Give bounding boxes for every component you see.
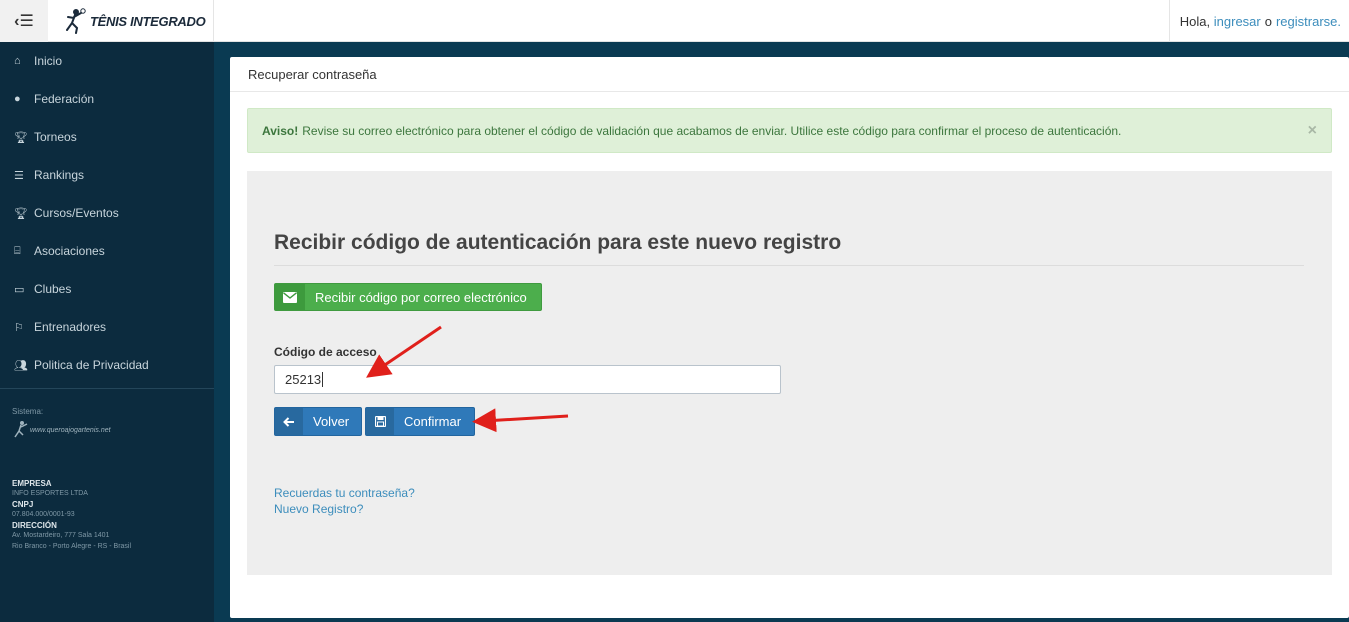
send-email-code-button[interactable]: Recibir código por correo electrónico bbox=[274, 283, 542, 311]
back-button[interactable]: Volver bbox=[274, 407, 362, 436]
forgot-password-link[interactable]: Recuerdas tu contraseña? bbox=[274, 486, 415, 500]
globe-icon: ● bbox=[14, 93, 21, 105]
close-icon[interactable]: × bbox=[1308, 122, 1317, 140]
sidebar-item-privacidad[interactable]: 👥︎ Politica de Privacidad bbox=[0, 346, 214, 384]
sidebar-item-label: Inicio bbox=[34, 54, 63, 68]
envelope-icon bbox=[275, 284, 305, 310]
greeting-text: Hola, bbox=[1179, 13, 1211, 29]
back-button-label: Volver bbox=[313, 414, 350, 429]
panel-title: Recuperar contraseña bbox=[230, 57, 1349, 92]
access-code-input[interactable]: 25213 bbox=[274, 365, 781, 394]
sidebar-item-rankings[interactable]: ☰ Rankings bbox=[0, 156, 214, 194]
list-icon: ☰ bbox=[14, 169, 24, 182]
sidebar-item-entrenadores[interactable]: ⚐ Entrenadores bbox=[0, 308, 214, 346]
users-icon: 👥︎ bbox=[14, 359, 28, 372]
sidebar-item-label: Clubes bbox=[34, 282, 72, 296]
sidebar-item-label: Rankings bbox=[34, 168, 85, 182]
main-panel: Recuperar contraseña Aviso! Revise su co… bbox=[230, 57, 1349, 618]
heading-divider bbox=[274, 265, 1304, 266]
tennis-player-icon bbox=[66, 8, 86, 34]
confirm-button[interactable]: Confirmar bbox=[365, 407, 475, 436]
cnpj-value: 07.804.000/0001-93 bbox=[12, 511, 75, 518]
sidebar: ⌂ Inicio ● Federación 🏆︎ Torneos ☰ Ranki… bbox=[0, 42, 214, 622]
confirm-button-label: Confirmar bbox=[404, 414, 462, 429]
flag-icon: ⚐ bbox=[14, 321, 24, 334]
company-heading: EMPRESA bbox=[12, 479, 52, 488]
access-code-value: 25213 bbox=[285, 372, 322, 387]
folder-icon: ▭ bbox=[14, 283, 25, 296]
login-link[interactable]: ingresar bbox=[1214, 14, 1261, 29]
sidebar-item-label: Cursos/Eventos bbox=[34, 206, 119, 220]
new-register-link[interactable]: Nuevo Registro? bbox=[274, 502, 363, 516]
company-name: INFO ESPORTES LTDA bbox=[12, 490, 88, 497]
text-caret bbox=[322, 372, 324, 387]
sidebar-item-inicio[interactable]: ⌂ Inicio bbox=[0, 42, 214, 80]
system-logo-text: www.queroajogartenis.net bbox=[30, 426, 111, 434]
sidebar-item-label: Asociaciones bbox=[34, 244, 105, 258]
menu-collapse-icon: ‹☰ bbox=[14, 13, 34, 30]
user-area: Hola, ingresar o registrarse. bbox=[1168, 0, 1349, 42]
alert-text: Revise su correo electrónico para obtene… bbox=[302, 123, 1122, 138]
system-logo-icon bbox=[14, 421, 28, 438]
arrow-left-icon bbox=[275, 408, 303, 435]
sidebar-item-federacion[interactable]: ● Federación bbox=[0, 80, 214, 118]
company-info: EMPRESA INFO ESPORTES LTDA CNPJ 07.804.0… bbox=[0, 440, 214, 552]
system-logo[interactable]: www.queroajogartenis.net bbox=[12, 420, 214, 440]
sidebar-item-label: Torneos bbox=[34, 130, 77, 144]
page-heading: Recibir código de autenticación para est… bbox=[274, 231, 842, 254]
sidebar-item-clubes[interactable]: ▭ Clubes bbox=[0, 270, 214, 308]
sidebar-item-cursos-eventos[interactable]: 🏆︎ Cursos/Eventos bbox=[0, 194, 214, 232]
cnpj-heading: CNPJ bbox=[12, 500, 34, 509]
sidebar-item-label: Politica de Privacidad bbox=[34, 358, 149, 372]
sidebar-toggle-button[interactable]: ‹☰ bbox=[0, 0, 48, 42]
logo-text: TÊNIS INTEGRADO bbox=[90, 13, 206, 29]
auth-box: Recibir código de autenticación para est… bbox=[247, 171, 1332, 575]
sidebar-item-torneos[interactable]: 🏆︎ Torneos bbox=[0, 118, 214, 156]
top-navbar: ‹☰ TÊNIS INTEGRADO Hola, ingresar o regi… bbox=[0, 0, 1349, 42]
address-heading: DIRECCIÓN bbox=[12, 521, 57, 530]
trophy-icon: 🏆︎ bbox=[14, 207, 28, 220]
divider bbox=[213, 0, 214, 42]
code-label: Código de acceso bbox=[274, 345, 377, 359]
system-section: Sistema: www.queroajogartenis.net bbox=[0, 389, 214, 440]
or-text: o bbox=[1264, 13, 1272, 29]
send-email-code-label: Recibir código por correo electrónico bbox=[315, 289, 527, 305]
home-icon: ⌂ bbox=[14, 55, 21, 67]
address-line-1: Av. Mostardeiro, 777 Sala 1401 bbox=[12, 532, 110, 539]
sidebar-item-label: Federación bbox=[34, 92, 95, 106]
bank-icon: ⌸ bbox=[14, 244, 21, 257]
logo[interactable]: TÊNIS INTEGRADO bbox=[62, 6, 206, 36]
address-line-2: Rio Branco - Porto Alegre - RS - Brasil bbox=[12, 543, 132, 550]
register-link[interactable]: registrarse. bbox=[1276, 14, 1341, 29]
sidebar-item-label: Entrenadores bbox=[34, 320, 107, 334]
trophy-icon: 🏆︎ bbox=[14, 131, 28, 144]
system-label: Sistema: bbox=[12, 407, 44, 416]
save-icon bbox=[366, 408, 394, 435]
success-alert: Aviso! Revise su correo electrónico para… bbox=[247, 108, 1332, 153]
alert-strong: Aviso! bbox=[262, 123, 299, 138]
sidebar-item-asociaciones[interactable]: ⌸ Asociaciones bbox=[0, 232, 214, 270]
